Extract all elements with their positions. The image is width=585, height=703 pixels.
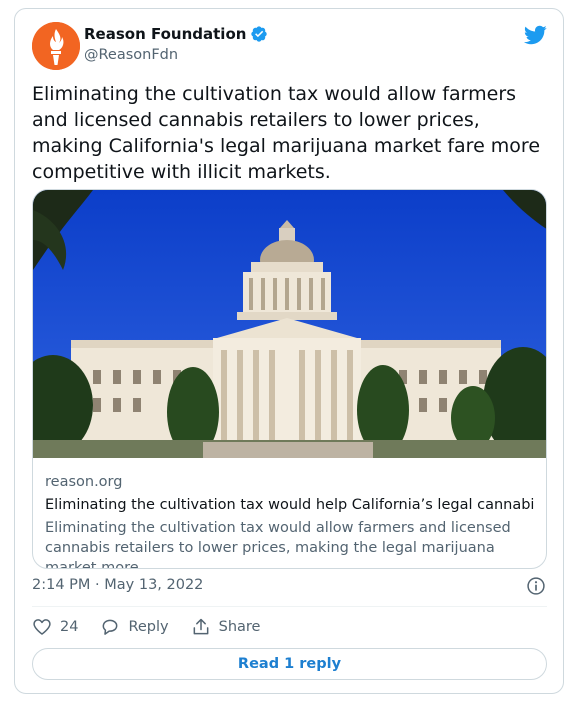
info-icon[interactable] bbox=[526, 576, 546, 596]
author-name-row: Reason Foundation bbox=[84, 25, 268, 43]
tweet-card: Reason Foundation @ReasonFdn Eliminating… bbox=[14, 8, 564, 694]
reply-button[interactable]: Reply bbox=[100, 617, 169, 637]
avatar[interactable] bbox=[32, 22, 80, 70]
read-replies-button[interactable]: Read 1 reply bbox=[32, 648, 547, 680]
twitter-bird-icon[interactable] bbox=[523, 23, 547, 47]
heart-icon bbox=[33, 619, 51, 635]
link-domain: reason.org bbox=[45, 474, 123, 490]
link-preview-meta: reason.org Eliminating the cultivation t… bbox=[45, 472, 535, 569]
share-button[interactable]: Share bbox=[191, 617, 261, 637]
torch-icon bbox=[32, 22, 80, 70]
link-preview-card[interactable]: reason.org Eliminating the cultivation t… bbox=[32, 189, 547, 569]
share-label: Share bbox=[218, 619, 261, 635]
verified-badge-icon bbox=[251, 26, 268, 42]
reply-bubble-icon bbox=[103, 619, 118, 635]
divider bbox=[32, 606, 547, 607]
tweet-timestamp[interactable]: 2:14 PM · May 13, 2022 bbox=[32, 577, 203, 593]
author-name[interactable]: Reason Foundation bbox=[84, 25, 246, 43]
link-description: Eliminating the cultivation tax would al… bbox=[45, 520, 511, 569]
reply-label: Reply bbox=[128, 619, 169, 635]
author-handle[interactable]: @ReasonFdn bbox=[84, 47, 178, 63]
share-icon bbox=[193, 618, 209, 635]
tweet-text: Eliminating the cultivation tax would al… bbox=[32, 83, 541, 183]
tweet-actions: 24 Reply Share bbox=[32, 617, 260, 637]
like-button[interactable]: 24 bbox=[32, 617, 78, 637]
link-title: Eliminating the cultivation tax would he… bbox=[45, 497, 535, 513]
capitol-building-image bbox=[33, 190, 546, 458]
like-count: 24 bbox=[60, 619, 79, 635]
